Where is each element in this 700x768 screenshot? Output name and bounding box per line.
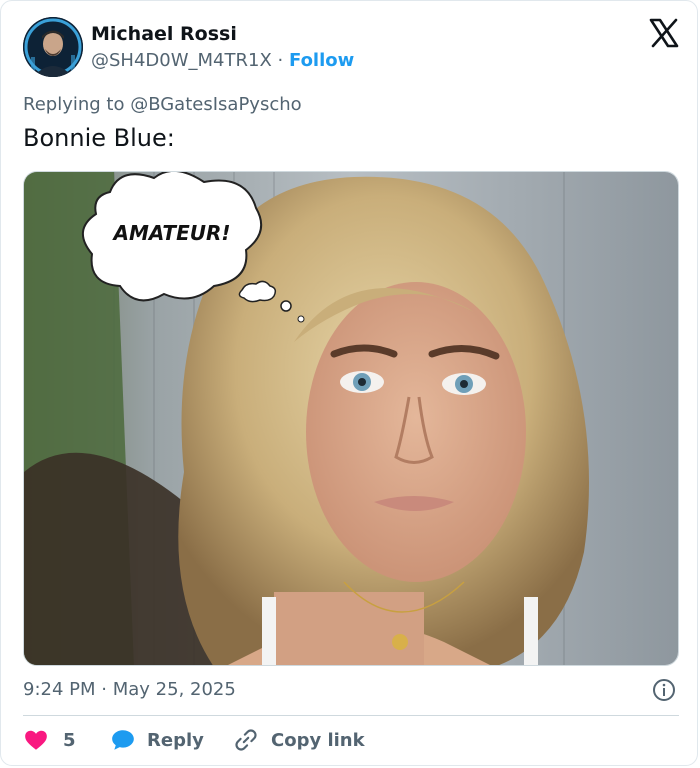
- time-text: 9:24 PM: [23, 679, 96, 700]
- reply-target-handle[interactable]: @BGatesIsaPyscho: [130, 94, 301, 115]
- replying-prefix: Replying to: [23, 94, 131, 115]
- tweet-card: Michael Rossi @SH4D0W_M4TR1X · Follow Re…: [0, 0, 698, 766]
- like-button[interactable]: 5: [23, 727, 76, 753]
- tweet-image[interactable]: AMATEUR!: [23, 171, 679, 666]
- separator-dot: ·: [101, 679, 107, 700]
- reply-bubble-icon: [112, 730, 134, 750]
- info-icon[interactable]: [652, 678, 676, 702]
- reply-label: Reply: [147, 729, 204, 751]
- copy-link-label: Copy link: [271, 729, 365, 751]
- link-icon: [235, 729, 257, 751]
- divider: [23, 715, 679, 716]
- display-name[interactable]: Michael Rossi: [91, 23, 237, 45]
- thought-bubble-caption: AMATEUR!: [111, 221, 230, 245]
- heart-icon: [25, 730, 47, 750]
- avatar[interactable]: [23, 17, 83, 77]
- timestamp[interactable]: 9:24 PM · May 25, 2025: [23, 679, 236, 700]
- user-handle[interactable]: @SH4D0W_M4TR1X: [91, 50, 272, 71]
- replying-to: Replying to @BGatesIsaPyscho: [23, 94, 302, 115]
- handle-row: @SH4D0W_M4TR1X · Follow: [91, 50, 354, 71]
- tweet-text: Bonnie Blue:: [23, 124, 175, 152]
- copy-link-button[interactable]: Copy link: [233, 727, 365, 753]
- reply-button[interactable]: Reply: [109, 727, 204, 753]
- separator-dot: ·: [277, 50, 284, 71]
- like-count: 5: [63, 729, 76, 751]
- x-logo-icon[interactable]: [649, 18, 679, 48]
- avatar-image: [23, 17, 83, 77]
- image-photo: AMATEUR!: [24, 172, 678, 665]
- follow-button[interactable]: Follow: [289, 50, 354, 71]
- date-text: May 25, 2025: [112, 679, 236, 700]
